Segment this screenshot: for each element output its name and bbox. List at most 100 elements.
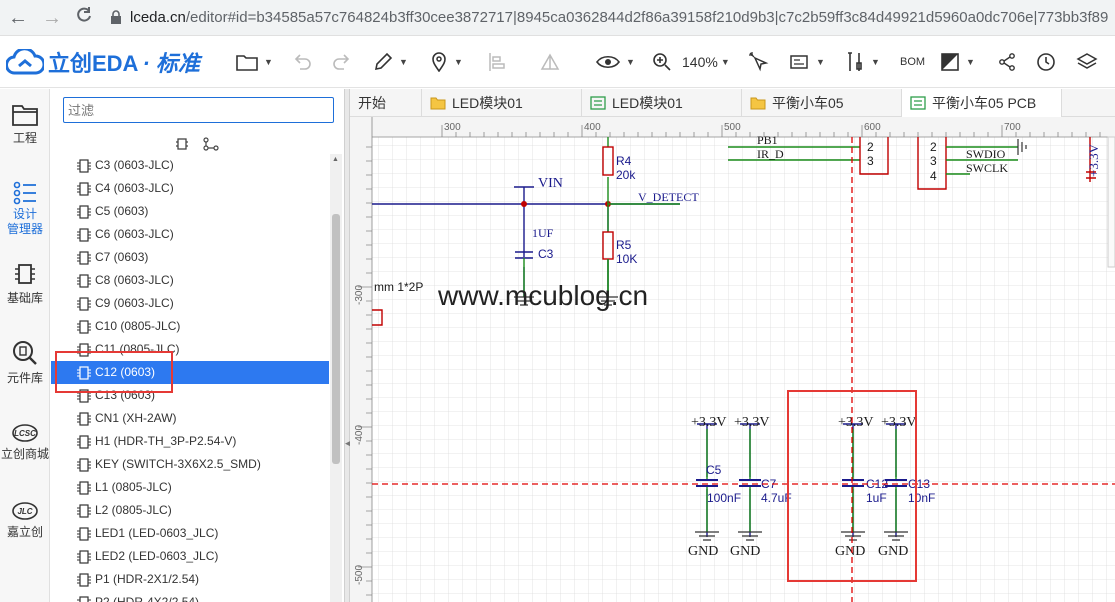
align-icon (489, 53, 505, 71)
tab-label: 平衡小车05 PCB (932, 95, 1037, 111)
rail-item-jlc[interactable]: JLC 嘉立创 (0, 501, 50, 540)
list-item-label: C9 (0603-JLC) (95, 296, 174, 310)
list-item[interactable]: C10 (0805-JLC) (51, 315, 329, 338)
rail-label-project: 工程 (12, 131, 37, 145)
list-item[interactable]: C7 (0603) (51, 246, 329, 269)
history-button[interactable] (1036, 48, 1056, 76)
list-item[interactable]: C3 (0603-JLC) (51, 154, 329, 177)
list-item[interactable]: P2 (HDR-4X2/2.54) (51, 591, 329, 602)
ruler-label-neg300: -300 (354, 285, 365, 305)
label-v33-c5: +3.3V (691, 415, 727, 430)
redo-button[interactable] (332, 48, 352, 76)
open-file-button[interactable]: ▼ (236, 48, 273, 76)
app-toolbar: 立创EDA · 标准 ▼ ▼ ▼ ▼ 140% ▼ ▼ ▼ BOM ▼ (0, 36, 1115, 88)
label-swclk: SWCLK (966, 161, 1008, 175)
rail-label-part-lib: 元件库 (6, 371, 43, 385)
reload-button[interactable] (72, 6, 96, 30)
tab-3[interactable]: LED模块01 (582, 89, 742, 117)
panel-scrollbar[interactable]: ▲ (330, 154, 342, 602)
rail-item-basic-lib[interactable]: 基础库 (0, 261, 50, 306)
tab-2[interactable]: LED模块01 (422, 89, 582, 117)
cross-probe-button[interactable] (748, 48, 770, 76)
ruler-label-400: 400 (584, 122, 601, 133)
list-item[interactable]: C6 (0603-JLC) (51, 223, 329, 246)
logo-edition: · 标准 (142, 51, 200, 76)
ruler-label-neg400: -400 (354, 425, 365, 445)
component-icon (77, 596, 91, 602)
tools-button[interactable]: ▼ (845, 48, 880, 76)
component-icon (77, 412, 91, 426)
layers-button[interactable] (1076, 48, 1098, 76)
list-item[interactable]: LED1 (LED-0603_JLC) (51, 522, 329, 545)
list-item[interactable]: C4 (0603-JLC) (51, 177, 329, 200)
tab-1[interactable]: 开始 (350, 89, 422, 117)
label-ir-d: IR_D (757, 147, 784, 161)
zoom-button[interactable]: 140% ▼ (652, 48, 730, 76)
list-item[interactable]: C9 (0603-JLC) (51, 292, 329, 315)
pin-3a: 3 (867, 154, 874, 168)
list-item[interactable]: C8 (0603-JLC) (51, 269, 329, 292)
component-button[interactable]: ▼ (788, 48, 825, 76)
ruler-label-300: 300 (444, 122, 461, 133)
component-filter-icon[interactable] (175, 137, 189, 151)
list-item[interactable]: L1 (0805-JLC) (51, 476, 329, 499)
place-tool-button[interactable]: ▼ (430, 48, 463, 76)
component-icon (77, 504, 91, 518)
list-item[interactable]: P1 (HDR-2X1/2.54) (51, 568, 329, 591)
route-button[interactable] (540, 48, 560, 76)
align-button[interactable] (488, 48, 506, 76)
theme-button[interactable]: ▼ (940, 48, 975, 76)
share-icon (999, 53, 1015, 71)
label-c3-value: 1UF (532, 226, 554, 240)
collapse-grip-icon[interactable]: ◀ (345, 434, 352, 452)
component-icon (77, 205, 91, 219)
pin-2b: 2 (930, 140, 937, 154)
list-item[interactable]: L2 (0805-JLC) (51, 499, 329, 522)
address-bar[interactable]: lceda.cn/editor#id=b34585a57c764824b3ff3… (110, 4, 1115, 32)
highlight-box-selected-item (55, 351, 173, 393)
rail-item-project[interactable]: 工程 (0, 103, 50, 146)
tab-4[interactable]: 平衡小车05 (742, 89, 902, 117)
bom-button[interactable]: BOM (900, 48, 925, 76)
location-pin-icon (432, 52, 446, 72)
rail-item-part-lib[interactable]: 元件库 (0, 339, 50, 386)
rail-item-design-manager[interactable]: 设计 管理器 (0, 181, 50, 237)
component-icon (77, 550, 91, 564)
label-vin: VIN (538, 176, 563, 191)
list-item[interactable]: LED2 (LED-0603_JLC) (51, 545, 329, 568)
draw-tool-button[interactable]: ▼ (373, 48, 408, 76)
undo-icon (294, 54, 311, 70)
list-item-label: C8 (0603-JLC) (95, 273, 174, 287)
back-button[interactable]: ← (6, 6, 30, 30)
cursor-star-icon (749, 52, 769, 72)
component-icon (77, 573, 91, 587)
view-button[interactable]: ▼ (596, 48, 635, 76)
component-icon (77, 458, 91, 472)
list-item[interactable]: C5 (0603) (51, 200, 329, 223)
pencil-icon (374, 52, 393, 71)
tab-label: 平衡小车05 (772, 95, 844, 111)
tab-5[interactable]: 平衡小车05 PCB (902, 89, 1062, 117)
label-r4-value: 20k (616, 168, 636, 182)
filter-input[interactable] (63, 97, 334, 123)
scrollbar-thumb[interactable] (332, 214, 340, 464)
list-item-label: C7 (0603) (95, 250, 149, 264)
schematic-canvas[interactable]: 300 400 500 600 700 -300 -400 -500 VIN R… (350, 117, 1115, 602)
label-swdio: SWDIO (966, 147, 1006, 161)
list-item-label: P1 (HDR-2X1/2.54) (95, 572, 200, 586)
list-item[interactable]: CN1 (XH-2AW) (51, 407, 329, 430)
contrast-icon (941, 53, 959, 71)
document-tabs: 开始 LED模块01 LED模块01 平衡小车05 平衡小车05 PCB (350, 89, 1115, 117)
rail-item-lcsc[interactable]: LCSC 立创商城 (0, 423, 50, 462)
pin-4b: 4 (930, 169, 937, 183)
list-item[interactable]: H1 (HDR-TH_3P-P2.54-V) (51, 430, 329, 453)
label-v33-edge: +3.3V (1086, 143, 1101, 177)
share-button[interactable] (998, 48, 1016, 76)
undo-button[interactable] (292, 48, 312, 76)
forward-button[interactable]: → (40, 6, 64, 30)
svg-text:JLC: JLC (17, 507, 32, 516)
label-c5-value: 100nF (707, 491, 741, 505)
net-filter-icon[interactable] (203, 137, 219, 151)
list-item[interactable]: KEY (SWITCH-3X6X2.5_SMD) (51, 453, 329, 476)
label-r5: R5 (616, 238, 632, 252)
